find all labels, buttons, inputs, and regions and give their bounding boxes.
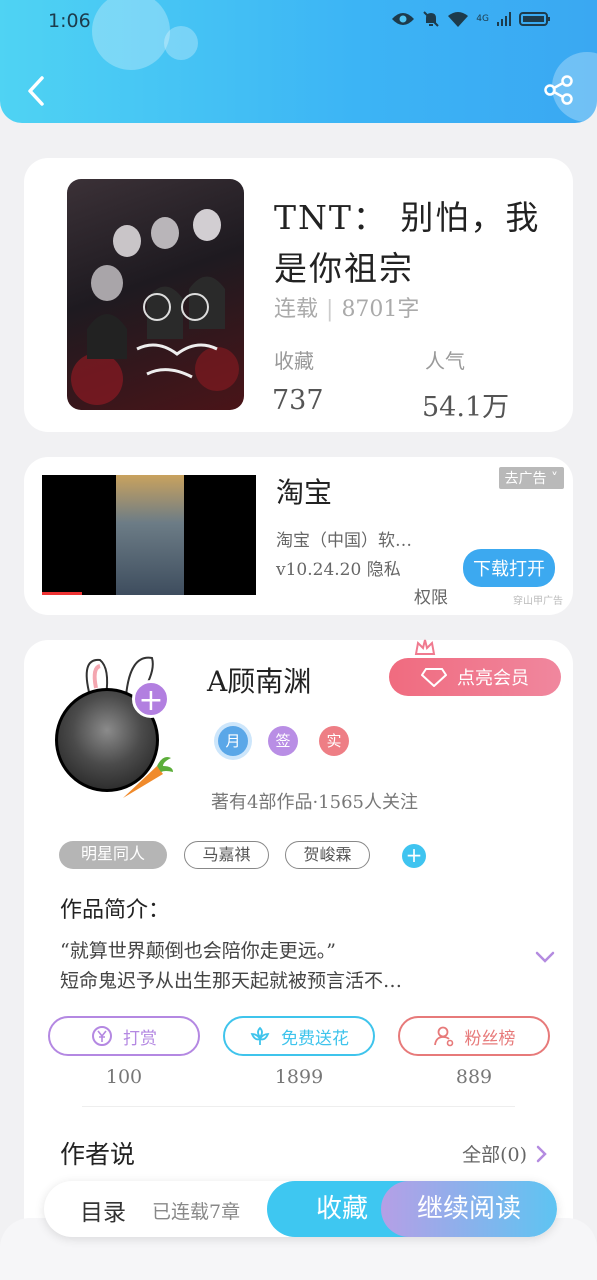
reward-count: 100 bbox=[105, 1066, 143, 1088]
eye-icon bbox=[392, 13, 415, 25]
view-all-link[interactable]: 全部(0) bbox=[462, 1140, 547, 1167]
add-tag-button[interactable]: + bbox=[402, 844, 426, 868]
crown-icon bbox=[414, 639, 436, 655]
send-flower-button[interactable]: 免费送花 bbox=[223, 1016, 375, 1056]
popularity-stat-value: 54.1万 bbox=[422, 392, 510, 423]
book-cover[interactable] bbox=[67, 179, 244, 410]
share-button[interactable] bbox=[543, 74, 575, 106]
reward-label: 打赏 bbox=[123, 1028, 157, 1049]
status-icons: 4G bbox=[391, 10, 551, 28]
ad-source: 穿山甲广告 bbox=[513, 596, 563, 607]
intro-line: 短命鬼迟予从出生那天起就被预言活不… bbox=[60, 970, 403, 992]
flower-count: 1899 bbox=[274, 1066, 324, 1088]
verified-badge: 实 bbox=[319, 726, 349, 756]
continue-reading-button[interactable]: 继续阅读 bbox=[381, 1181, 557, 1237]
ad-progress bbox=[42, 592, 82, 595]
decor-bubble bbox=[92, 0, 170, 70]
monthly-badge: 月 bbox=[218, 726, 248, 756]
bottom-action-bar: 目录 已连载7章 收藏 继续阅读 bbox=[44, 1181, 557, 1237]
decor-bubble bbox=[164, 26, 198, 60]
tag-category[interactable]: 明星同人 bbox=[59, 841, 167, 869]
chapters-info[interactable]: 已连载7章 bbox=[152, 1197, 240, 1224]
intro-line: “就算世界颠倒也会陪你走更远。” bbox=[60, 940, 336, 962]
wifi-icon bbox=[448, 12, 469, 27]
ad-title: 淘宝 bbox=[276, 476, 333, 509]
book-info-card: TNT： 别怕，我是你祖宗 连载 | 8701字 收藏 人气 737 54.1万 bbox=[24, 158, 573, 432]
collect-stat-value: 737 bbox=[272, 385, 324, 416]
collect-stat-label: 收藏 bbox=[274, 349, 314, 373]
fan-count: 889 bbox=[455, 1066, 493, 1088]
word-count: 8701字 bbox=[341, 297, 420, 322]
author-name: A顾南渊 bbox=[207, 665, 312, 698]
mute-bell-icon bbox=[423, 11, 440, 27]
fan-ranking-button[interactable]: 粉丝榜 bbox=[398, 1016, 550, 1056]
tag-character[interactable]: 贺峻霖 bbox=[285, 841, 370, 869]
chevron-down-icon[interactable] bbox=[535, 950, 555, 964]
cover-art bbox=[71, 209, 239, 405]
book-status-line: 连载 | 8701字 bbox=[274, 297, 420, 322]
catalog-button[interactable]: 目录 bbox=[80, 1193, 126, 1227]
ad-download-button[interactable]: 下载打开 bbox=[463, 549, 555, 587]
chevron-right-icon bbox=[536, 1145, 547, 1162]
author-meta: 著有4部作品·1565人关注 bbox=[211, 792, 418, 813]
flower-icon bbox=[250, 1026, 270, 1045]
tag-character[interactable]: 马嘉祺 bbox=[184, 841, 269, 869]
battery-icon bbox=[519, 12, 550, 26]
ad-description: 淘宝（中国）软… v10.24.20 隐私 bbox=[276, 527, 461, 585]
intro-label: 作品简介： bbox=[60, 898, 171, 923]
reward-button[interactable]: 打赏 bbox=[48, 1016, 200, 1056]
ad-description-line: 淘宝（中国）软… bbox=[276, 531, 412, 551]
ad-video[interactable] bbox=[42, 475, 256, 595]
intro-text[interactable]: “就算世界颠倒也会陪你走更远。” 短命鬼迟予从出生那天起就被预言活不… bbox=[60, 936, 520, 996]
serial-status: 连载 bbox=[274, 297, 319, 322]
vip-button[interactable]: 点亮会员 bbox=[389, 658, 561, 696]
remove-ad-button[interactable]: 去广告 ˅ bbox=[498, 467, 564, 489]
network-label: 4G bbox=[476, 14, 489, 24]
user-icon bbox=[433, 1026, 453, 1047]
vip-label: 点亮会员 bbox=[457, 668, 529, 689]
author-say-label: 作者说 bbox=[60, 1140, 136, 1169]
diamond-icon bbox=[421, 668, 447, 687]
yen-coin-icon bbox=[92, 1026, 112, 1046]
back-button[interactable] bbox=[20, 72, 50, 110]
view-all-label: 全部(0) bbox=[462, 1144, 527, 1166]
header: 1:06 4G bbox=[0, 0, 597, 123]
fan-ranking-label: 粉丝榜 bbox=[464, 1028, 516, 1049]
divider bbox=[82, 1106, 515, 1107]
signed-badge: 签 bbox=[268, 726, 298, 756]
carrot-icon bbox=[123, 757, 173, 798]
follow-author-button[interactable]: + bbox=[132, 680, 170, 718]
book-title: TNT： 别怕，我是你祖宗 bbox=[274, 198, 541, 288]
ad-permission-link[interactable]: 权限 bbox=[414, 583, 448, 608]
signal-icon bbox=[497, 12, 511, 26]
ad-video-frame bbox=[116, 475, 184, 595]
status-time: 1:06 bbox=[48, 10, 91, 32]
ad-card[interactable]: 淘宝 去广告 ˅ 淘宝（中国）软… v10.24.20 隐私 权限 下载打开 穿… bbox=[24, 457, 573, 615]
remove-ad-label: 去广告 bbox=[504, 471, 547, 487]
send-flower-label: 免费送花 bbox=[281, 1028, 349, 1049]
popularity-stat-label: 人气 bbox=[425, 349, 465, 373]
ad-version: v10.24.20 隐私 bbox=[276, 560, 401, 580]
